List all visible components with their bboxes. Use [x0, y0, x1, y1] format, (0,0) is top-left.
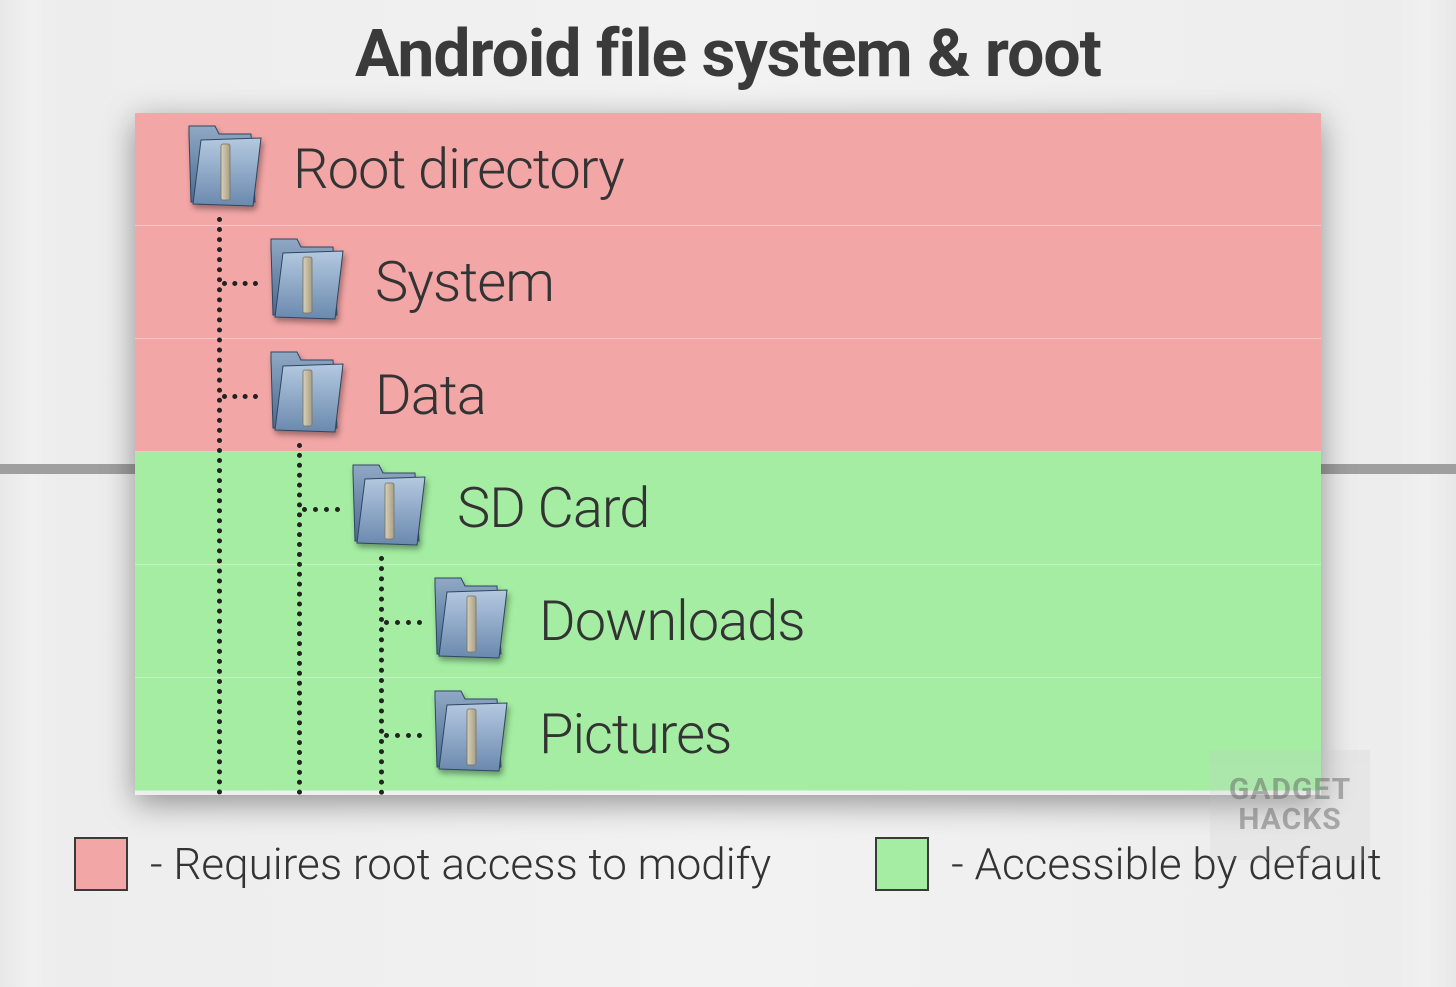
- folder-row-system: System: [135, 226, 1321, 339]
- watermark-line1: GADGET: [1229, 775, 1351, 805]
- folder-icon: [181, 124, 265, 214]
- folder-row-data: Data: [135, 339, 1321, 452]
- folder-icon: [263, 237, 347, 327]
- watermark-line2: HACKS: [1238, 805, 1342, 835]
- folder-label: Root directory: [293, 136, 624, 202]
- folder-label: Data: [375, 362, 486, 428]
- diagram-title: Android file system & root: [70, 0, 1386, 113]
- folder-label: System: [375, 249, 554, 315]
- folder-row-pictures: Pictures: [135, 678, 1321, 791]
- folder-icon: [263, 350, 347, 440]
- legend: - Requires root access to modify - Acces…: [70, 837, 1386, 891]
- legend-swatch-user: [875, 837, 929, 891]
- folder-icon: [427, 689, 511, 779]
- folder-label: Downloads: [539, 588, 805, 654]
- folder-label: Pictures: [539, 701, 731, 767]
- legend-label-root: - Requires root access to modify: [150, 838, 771, 890]
- watermark-badge: GADGET HACKS: [1210, 750, 1370, 860]
- folder-row-root: Root directory: [135, 113, 1321, 226]
- filesystem-diagram: Root directory System: [135, 113, 1321, 795]
- folder-icon: [427, 576, 511, 666]
- folder-label: SD Card: [457, 475, 649, 541]
- folder-row-sdcard: SD Card: [135, 452, 1321, 565]
- legend-swatch-root: [74, 837, 128, 891]
- folder-row-downloads: Downloads: [135, 565, 1321, 678]
- folder-icon: [345, 463, 429, 553]
